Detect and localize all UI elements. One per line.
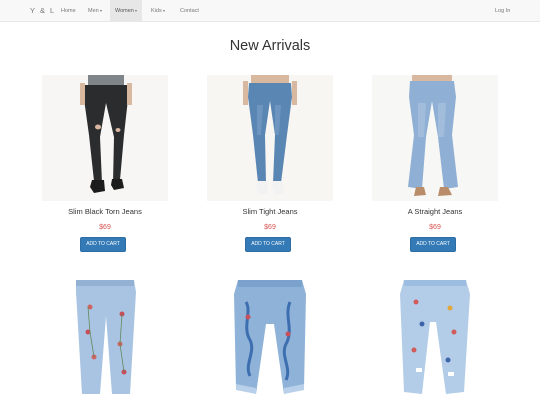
- product-image[interactable]: [207, 75, 333, 201]
- product-card: A Straight Jeans $69 ADD TO CART: [360, 75, 510, 255]
- login-link[interactable]: Log In: [490, 0, 515, 22]
- nav-item-women[interactable]: Women: [110, 0, 142, 22]
- add-to-cart-button[interactable]: ADD TO CART: [245, 237, 291, 252]
- product-image[interactable]: [372, 75, 498, 201]
- nav-item-kids[interactable]: Kids: [146, 0, 170, 22]
- product-name[interactable]: A Straight Jeans: [360, 207, 510, 216]
- product-image[interactable]: [42, 75, 168, 201]
- add-to-cart-button[interactable]: ADD TO CART: [80, 237, 126, 252]
- nav-item-label: Women: [115, 8, 134, 14]
- login-label: Log In: [495, 8, 511, 14]
- nav-item-men[interactable]: Men: [83, 0, 107, 22]
- nav-item-contact[interactable]: Contact: [175, 0, 204, 22]
- product-card: [195, 272, 345, 405]
- product-image[interactable]: [228, 272, 312, 399]
- product-name[interactable]: Slim Tight Jeans: [195, 207, 345, 216]
- nav-item-label: Home: [61, 8, 76, 14]
- caret-down-icon: [162, 9, 165, 12]
- product-image[interactable]: [392, 272, 478, 399]
- nav-item-label: Contact: [180, 8, 199, 14]
- product-card: Slim Tight Jeans $69 ADD TO CART: [195, 75, 345, 255]
- product-image[interactable]: [60, 272, 150, 399]
- page-title: New Arrivals: [229, 38, 311, 54]
- product-card: [360, 272, 510, 405]
- nav-item-label: Men: [88, 8, 99, 14]
- nav-item-label: Kids: [151, 8, 162, 14]
- product-price: $69: [264, 224, 276, 231]
- product-name[interactable]: Slim Black Torn Jeans: [30, 207, 180, 216]
- caret-down-icon: [134, 9, 137, 12]
- navbar: Y & L Home Men Women Kids Contact Log In: [0, 0, 540, 22]
- product-price: $69: [99, 224, 111, 231]
- product-card: Slim Black Torn Jeans $69 ADD TO CART: [30, 75, 180, 255]
- add-to-cart-button[interactable]: ADD TO CART: [410, 237, 456, 252]
- product-card: [30, 272, 180, 405]
- caret-down-icon: [99, 9, 102, 12]
- nav-item-home[interactable]: Home: [56, 0, 81, 22]
- product-price: $69: [429, 224, 441, 231]
- brand-logo[interactable]: Y & L: [30, 0, 56, 22]
